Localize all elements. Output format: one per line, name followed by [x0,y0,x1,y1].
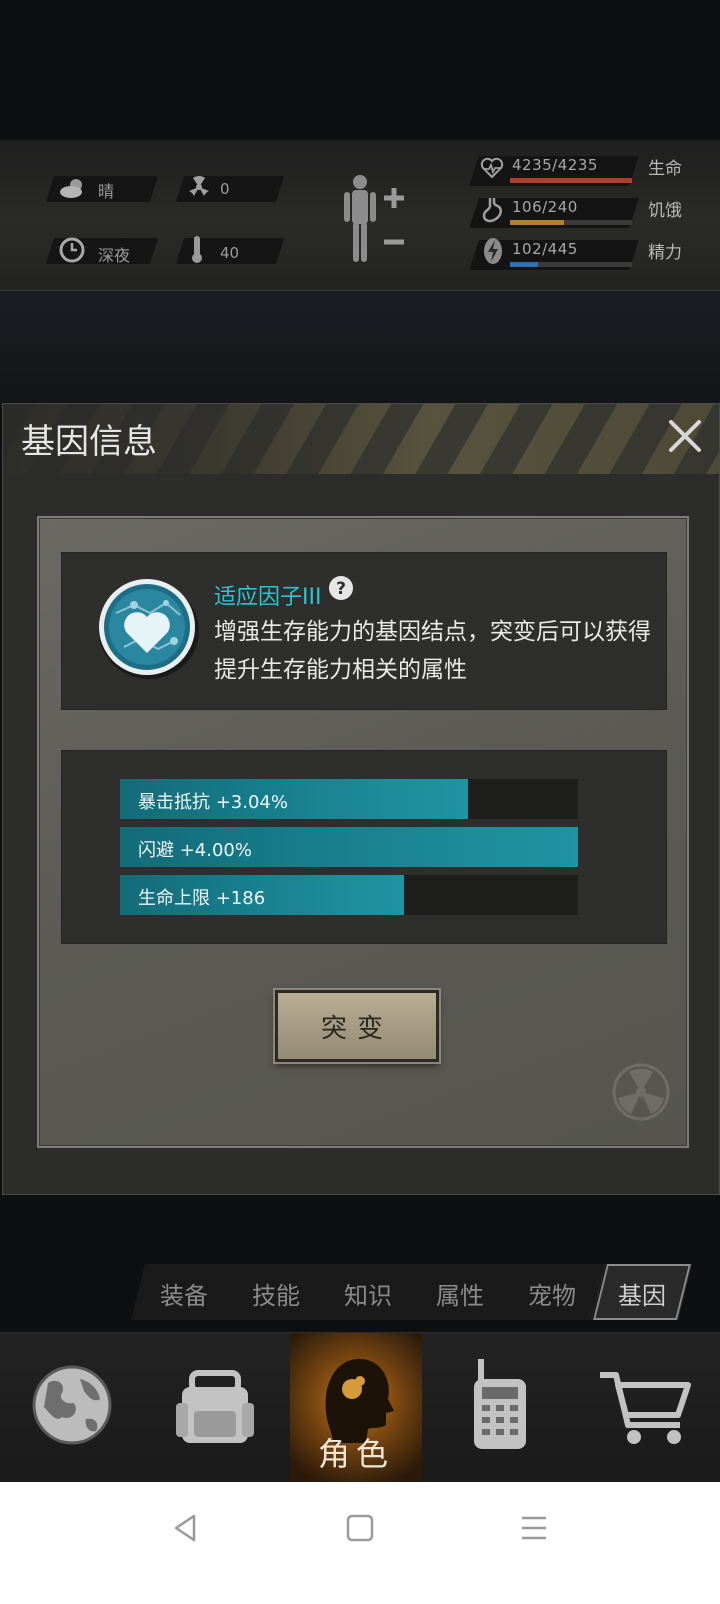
energy-label: 精力 [648,243,682,263]
nav-shop[interactable] [576,1333,720,1483]
heart-icon [480,157,504,179]
gene-info-box: 适应因子III ? 增强生存能力的基因结点，突变后可以获得提升生存能力相关的属性 [61,552,667,710]
weather-label: 晴 [98,182,115,201]
home-icon[interactable] [344,1512,376,1544]
tab-pets-label: 宠物 [528,1282,576,1310]
help-button[interactable]: ? [328,575,354,601]
system-nav-bar [0,1482,720,1604]
close-icon [669,420,701,452]
body-status-button[interactable] [340,170,410,270]
attribute-label: 生命上限 +186 [138,888,266,909]
energy-value: 102/445 [512,240,578,258]
health-label: 生命 [648,159,682,179]
menu-icon[interactable] [518,1512,550,1544]
stomach-icon [482,198,502,223]
dialog-title: 基因信息 [21,422,157,462]
time-label: 深夜 [98,246,131,265]
hunger-bar [510,220,632,225]
energy-bar [510,262,632,267]
radiation-value: 0 [220,180,230,198]
hunger-bar-fill [510,220,564,225]
tab-skills-label: 技能 [252,1282,300,1310]
nav-radio[interactable] [428,1333,572,1483]
hunger-label: 饥饿 [648,201,682,221]
gene-heart-icon [99,579,199,679]
radiation-watermark-icon [612,1063,670,1121]
back-icon[interactable] [170,1512,202,1544]
thermometer-icon [192,236,202,263]
attribute-box: 暴击抵抗 +3.04% 闪避 +4.00% 生命上限 +186 [61,750,667,944]
attribute-label: 闪避 +4.00% [138,840,252,861]
nav-character[interactable]: 角色 [290,1333,422,1483]
tab-knowledge-label: 知识 [344,1282,392,1310]
svg-text:?: ? [336,579,346,599]
tab-equipment-label: 装备 [160,1282,208,1310]
temperature-value: 40 [220,244,240,262]
backpack-icon [176,1370,254,1443]
attribute-label: 暴击抵抗 +3.04% [138,792,288,813]
close-button[interactable] [663,414,707,458]
attribute-row: 闪避 +4.00% [120,827,578,867]
partly-cloudy-icon [60,179,82,198]
energy-bar-fill [510,262,538,267]
walkie-talkie-icon [474,1359,526,1449]
lightning-icon [484,238,502,264]
globe-icon [32,1365,112,1445]
health-bar [510,178,632,183]
shopping-cart-icon [600,1372,691,1444]
attribute-row: 生命上限 +186 [120,875,578,915]
health-value: 4235/4235 [512,156,598,174]
character-tabs: 装备 技能 知识 属性 宠物 基因 [131,1264,694,1320]
nav-character-label: 角色 [317,1435,394,1473]
question-icon: ? [329,576,353,600]
gene-description: 增强生存能力的基因结点，突变后可以获得提升生存能力相关的属性 [214,619,651,683]
gene-name: 适应因子III [214,585,322,610]
human-body-icon [344,175,404,262]
bottom-nav: 角色 [0,1332,720,1483]
tab-genes-label: 基因 [618,1282,666,1310]
attribute-row: 暴击抵抗 +3.04% [120,779,578,819]
radiation-icon [189,176,209,196]
nav-backpack[interactable] [142,1333,286,1483]
nav-world[interactable] [0,1333,142,1483]
gene-info-dialog: 基因信息 适应因子III ? 增强生存能力的基因结点，突变后可以获得提升生存能力… [2,403,720,1195]
mutate-button[interactable]: 突变 [275,990,439,1062]
clock-icon [59,237,85,263]
health-bar-fill [510,178,632,183]
hunger-value: 106/240 [512,198,578,216]
gene-panel: 适应因子III ? 增强生存能力的基因结点，突变后可以获得提升生存能力相关的属性… [37,516,689,1148]
tab-attributes-label: 属性 [436,1282,484,1310]
background-scene [0,291,720,406]
status-panel: 晴 0 深夜 40 4235/4235 生命 106/240 饥饿 102/44… [0,140,720,291]
